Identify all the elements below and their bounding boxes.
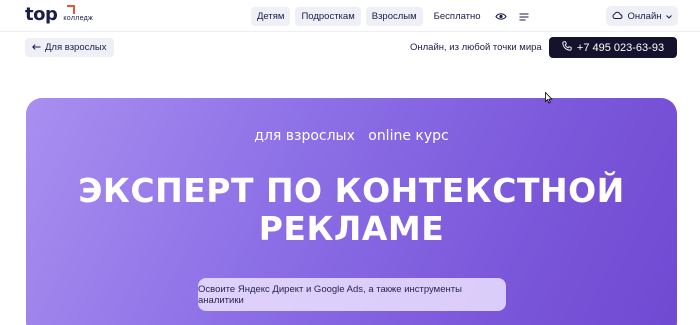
phone-number: +7 495 023-63-93 [576, 41, 665, 54]
logo-mark [67, 5, 75, 14]
hero-title-line-2: РЕКЛАМЕ [258, 209, 445, 248]
main-nav: Детям Подросткам Взрослым Бесплатно [251, 7, 533, 26]
nav-item-adults[interactable]: Взрослым [365, 7, 423, 26]
phone-icon [562, 41, 572, 54]
logo-word: top [25, 4, 58, 25]
hero-subtitle: Освоите Яндекс Директ и Google Ads, а та… [198, 278, 506, 311]
hero-tags: для взрослых online курс [254, 128, 449, 144]
format-dropdown-label: Онлайн [627, 10, 662, 22]
back-button-label: Для взрослых [45, 42, 107, 53]
nav-item-teens[interactable]: Подросткам [295, 7, 361, 26]
tagline: Онлайн, из любой точки мира [410, 42, 542, 53]
eye-icon[interactable] [492, 7, 510, 26]
cloud-icon [612, 11, 623, 22]
mouse-cursor-icon [545, 91, 553, 109]
logo-subtitle: колледж [63, 15, 94, 22]
hero-title-line-1: ЭКСПЕРТ ПО КОНТЕКСТНОЙ [78, 171, 625, 210]
back-button[interactable]: Для взрослых [25, 38, 114, 57]
site-header: top колледж Детям Подросткам Взрослым Бе… [0, 0, 700, 32]
phone-button[interactable]: +7 495 023-63-93 [549, 37, 677, 58]
hero-banner: для взрослых online курс ЭКСПЕРТ ПО КОНТ… [26, 98, 677, 325]
nav-item-free[interactable]: Бесплатно [428, 7, 487, 26]
arrow-left-icon [32, 42, 41, 53]
logo[interactable]: top колледж [25, 5, 93, 25]
nav-item-kids[interactable]: Детям [251, 7, 291, 26]
menu-icon[interactable] [515, 7, 533, 26]
format-dropdown[interactable]: Онлайн [606, 6, 678, 26]
chevron-down-icon [665, 11, 672, 22]
hero-title: ЭКСПЕРТ ПО КОНТЕКСТНОЙ РЕКЛАМЕ [26, 172, 677, 248]
